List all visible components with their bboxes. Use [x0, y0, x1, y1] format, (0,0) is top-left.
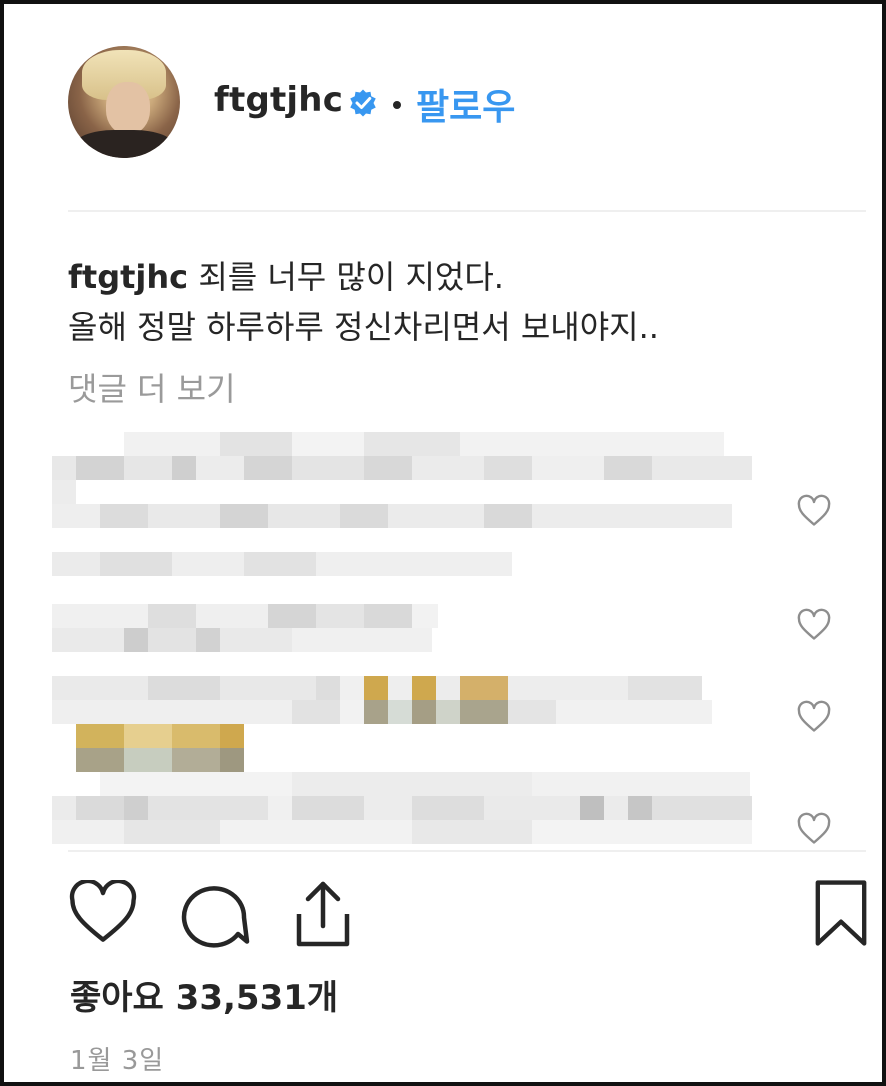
caption-line2: 올해 정말 하루하루 정신차리면서 보내야지.. [68, 308, 659, 346]
caption-line1: 죄를 너무 많이 지었다. [198, 258, 504, 296]
pixel-block [52, 480, 76, 504]
pixel-block [52, 456, 752, 480]
post-timestamp: 1월 3일 [70, 1046, 165, 1076]
pixel-block [52, 676, 702, 700]
pixel-block [76, 724, 244, 748]
comment-bubble-icon[interactable] [178, 878, 250, 948]
likes-count[interactable]: 좋아요 33,531개 [70, 970, 338, 1019]
avatar-coat [74, 130, 174, 158]
pixel-block [52, 604, 438, 628]
separator-dot [393, 101, 401, 109]
pixel-block [52, 628, 432, 652]
like-heart-icon[interactable] [68, 880, 138, 944]
pixel-block [52, 552, 512, 576]
view-more-comments-link[interactable]: 댓글 더 보기 [68, 364, 236, 410]
pixel-block [52, 700, 712, 724]
pixel-block [76, 748, 244, 772]
post-caption: ftgtjhc 죄를 너무 많이 지었다. 올해 정말 하루하루 정신차리면서 … [68, 252, 858, 352]
pixel-block [100, 772, 750, 796]
share-icon[interactable] [290, 878, 356, 950]
verified-badge-icon [350, 89, 376, 117]
avatar-face [106, 82, 150, 134]
comment-like-heart-icon[interactable] [796, 608, 832, 642]
pixel-block [124, 432, 724, 456]
comment-like-heart-icon[interactable] [796, 494, 832, 528]
censored-comments [52, 432, 764, 856]
pixel-block [52, 820, 752, 844]
pixel-block [52, 504, 732, 528]
header-divider [68, 210, 866, 212]
header-username[interactable]: ftgtjhc [214, 80, 343, 120]
post-frame: ftgtjhc 팔로우 ftgtjhc 죄를 너무 많이 지었다. 올해 정말 … [0, 0, 886, 1086]
caption-username[interactable]: ftgtjhc [68, 258, 188, 296]
comments-divider [68, 850, 866, 852]
follow-button[interactable]: 팔로우 [416, 78, 515, 130]
bookmark-icon[interactable] [812, 878, 870, 948]
comment-like-heart-icon[interactable] [796, 812, 832, 846]
pixel-block [52, 796, 752, 820]
comment-like-heart-icon[interactable] [796, 700, 832, 734]
profile-avatar[interactable] [68, 46, 180, 158]
